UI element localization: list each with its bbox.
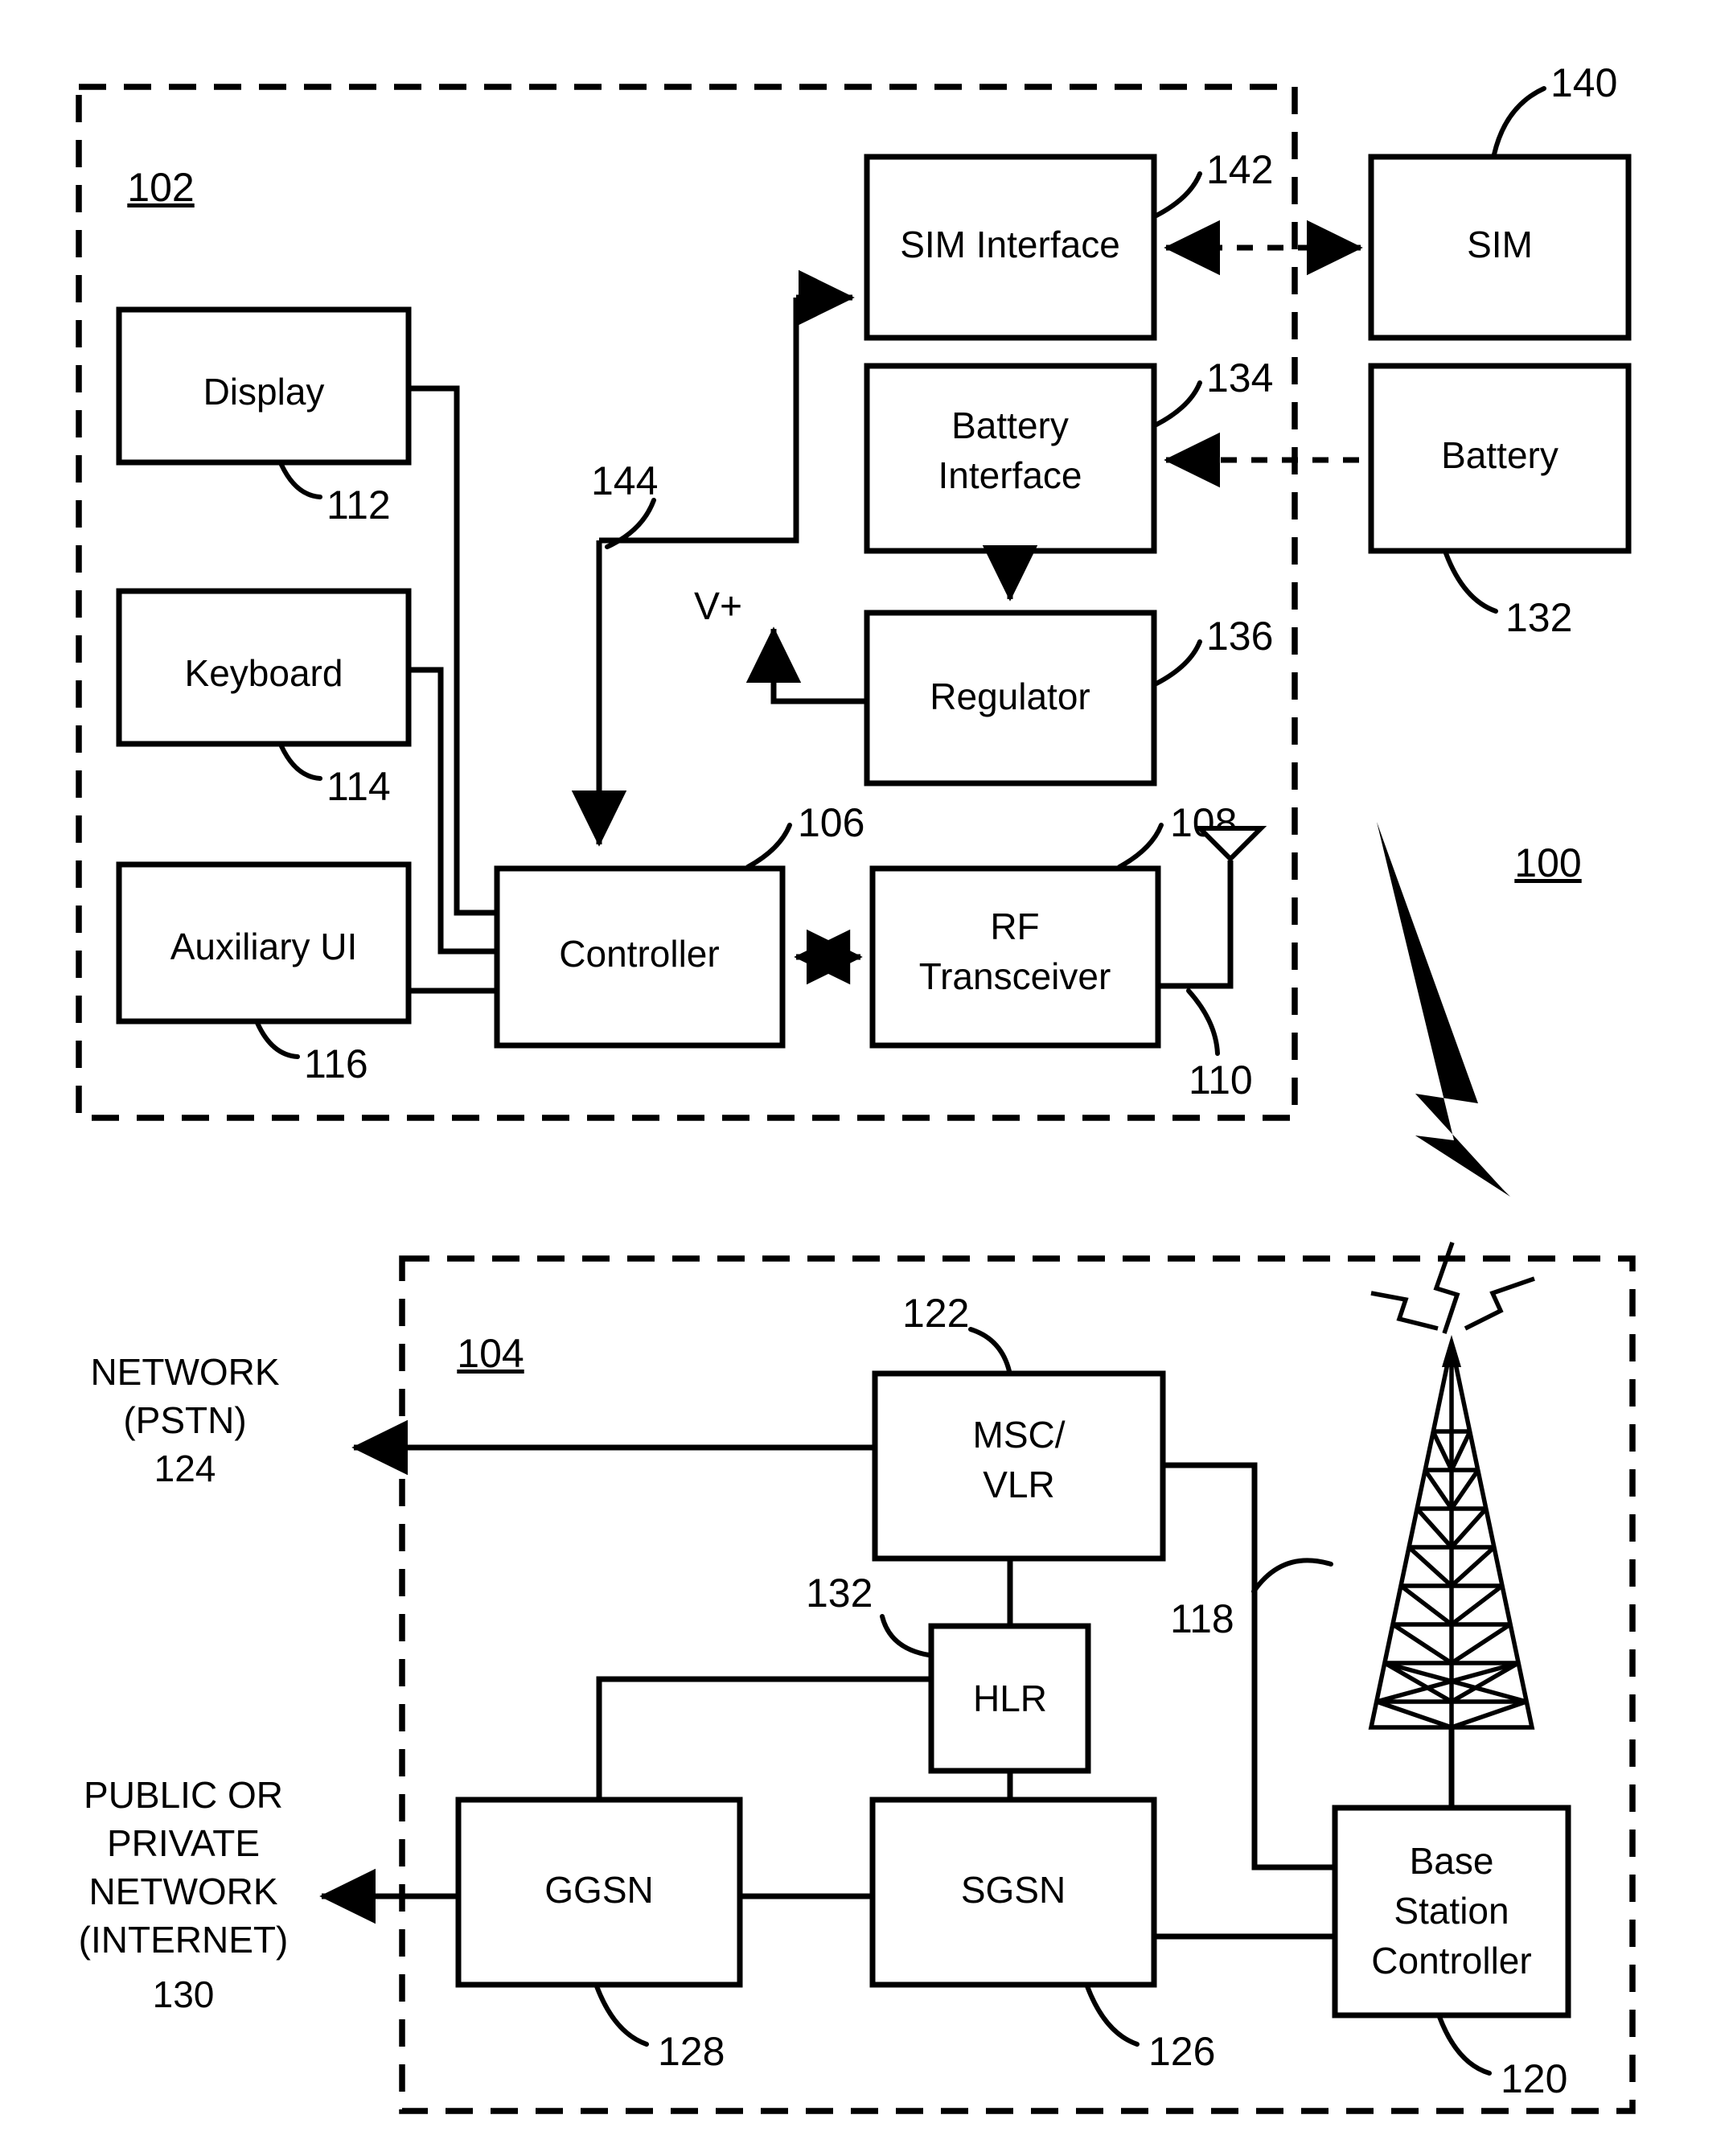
auxiliary-ui-ref-leader [255, 1021, 300, 1059]
rf-transceiver-ref-leader [1117, 823, 1164, 869]
bsc-label-line2: Station [1394, 1890, 1509, 1932]
internet-label-group: PUBLIC OR PRIVATE NETWORK (INTERNET) 130 [79, 1774, 289, 2015]
regulator-ref-leader [1154, 639, 1202, 686]
internet-label-line4: (INTERNET) [79, 1919, 289, 1961]
hlr-ref-label: 132 [806, 1571, 873, 1616]
tower-ref-label: 118 [1170, 1596, 1234, 1641]
regulator-label: Regulator [930, 676, 1090, 717]
display-to-controller-line [409, 385, 497, 916]
mobile-device-ref-label: 102 [127, 165, 194, 210]
antenna-ref-leader [1186, 988, 1220, 1056]
battery-interface-block: Battery Interface [864, 363, 1157, 554]
rf-transceiver-block: RF Transceiver [869, 865, 1161, 1049]
rf-transceiver-label-line1: RF [990, 906, 1039, 947]
regulator-vplus-line [745, 626, 867, 704]
display-block: Display [116, 306, 412, 466]
internet-label-line3: NETWORK [88, 1871, 277, 1912]
battery-interface-label-line2: Interface [938, 454, 1082, 496]
auxiliary-ui-ref-label: 116 [304, 1041, 368, 1086]
tower-ref-leader [1251, 1558, 1333, 1594]
rf-transceiver-label-line2: Transceiver [919, 955, 1111, 997]
controller-label: Controller [559, 933, 719, 975]
internet-label-line1: PUBLIC OR [84, 1774, 283, 1816]
msc-vlr-block: MSC/ VLR [872, 1370, 1166, 1562]
sim-ref-label: 140 [1550, 60, 1617, 105]
pstn-label-line1: NETWORK [90, 1351, 279, 1393]
msc-vlr-label-line1: MSC/ [973, 1414, 1066, 1456]
patent-figure-canvas: 102 100 Display 112 Keyboard 114 Auxilia… [0, 0, 1733, 2156]
pstn-ref-label: 124 [154, 1448, 216, 1489]
sgsn-label: SGSN [961, 1869, 1066, 1911]
bsc-label-line3: Controller [1371, 1940, 1531, 1981]
internet-ref-label: 130 [153, 1973, 215, 2015]
pstn-label-line2: (PSTN) [123, 1399, 246, 1441]
display-label: Display [203, 371, 325, 413]
msc-vlr-ref-leader [968, 1327, 1012, 1374]
sim-block: SIM [1368, 154, 1632, 341]
controller-block: Controller [494, 865, 786, 1049]
keyboard-label: Keyboard [185, 652, 343, 694]
sgsn-ref-leader [1085, 1984, 1140, 2047]
bsc-ref-label: 120 [1501, 2056, 1567, 2101]
pstn-label-group: NETWORK (PSTN) 124 [90, 1351, 279, 1489]
block-diagram-svg: 102 100 Display 112 Keyboard 114 Auxilia… [76, 60, 1636, 2114]
ggsn-label: GGSN [544, 1869, 653, 1911]
keyboard-block: Keyboard [116, 588, 412, 747]
hlr-block: HLR [928, 1623, 1091, 1774]
vplus-label: V+ [694, 585, 742, 628]
battery-interface-label-line1: Battery [951, 405, 1069, 446]
sim-interface-label: SIM Interface [900, 224, 1120, 265]
cell-tower-icon [1368, 1335, 1535, 1730]
bus-144-ref-label: 144 [591, 458, 658, 503]
sim-interface-ref-label: 142 [1206, 147, 1273, 192]
sim-interface-block: SIM Interface [864, 154, 1157, 341]
network-ref-label: 104 [457, 1331, 524, 1376]
battery-block: Battery [1368, 363, 1632, 554]
battery-label: Battery [1441, 434, 1558, 476]
regulator-block: Regulator [864, 610, 1157, 786]
sim-interface-ref-leader [1154, 171, 1202, 218]
keyboard-to-controller-line [409, 667, 497, 955]
controller-ref-leader [745, 823, 792, 869]
sgsn-block: SGSN [869, 1797, 1157, 1988]
battery-ref-label: 132 [1505, 595, 1572, 640]
antenna-ref-label: 110 [1189, 1057, 1253, 1103]
msc-vlr-label-line2: VLR [983, 1464, 1054, 1505]
ggsn-ref-label: 128 [658, 2029, 725, 2074]
bus-144-vertical-segment [599, 298, 799, 544]
battery-ref-leader [1443, 551, 1498, 614]
hlr-ref-leader [880, 1614, 931, 1657]
bsc-label-line1: Base [1410, 1840, 1494, 1882]
keyboard-ref-label: 114 [326, 764, 391, 809]
internet-label-line2: PRIVATE [107, 1822, 260, 1864]
ggsn-ref-leader [594, 1984, 649, 2047]
rf-to-antenna-line [1158, 860, 1234, 989]
keyboard-ref-leader [279, 744, 322, 781]
battery-interface-ref-label: 134 [1206, 355, 1273, 400]
bsc-ref-leader [1437, 2014, 1492, 2076]
sim-ref-leader [1492, 86, 1546, 157]
battery-interface-ref-leader [1154, 380, 1202, 427]
msc-to-bsc-line [1163, 1462, 1335, 1871]
system-ref-label: 100 [1514, 840, 1581, 885]
hlr-label: HLR [973, 1678, 1047, 1719]
controller-ref-label: 106 [798, 800, 864, 845]
sim-label: SIM [1467, 224, 1533, 265]
sgsn-ref-label: 126 [1148, 2029, 1215, 2074]
regulator-ref-label: 136 [1206, 614, 1273, 659]
hlr-to-ggsn-line [596, 1676, 931, 1800]
auxiliary-ui-block: Auxiliary UI [116, 861, 412, 1025]
msc-vlr-ref-label: 122 [902, 1291, 969, 1336]
display-ref-label: 112 [326, 483, 391, 528]
ggsn-block: GGSN [455, 1797, 743, 1988]
display-ref-leader [279, 462, 322, 499]
rf-link-lightning-bolt-icon [1377, 822, 1510, 1197]
base-station-controller-block: Base Station Controller [1332, 1805, 1571, 2018]
auxiliary-ui-label: Auxiliary UI [170, 926, 358, 967]
